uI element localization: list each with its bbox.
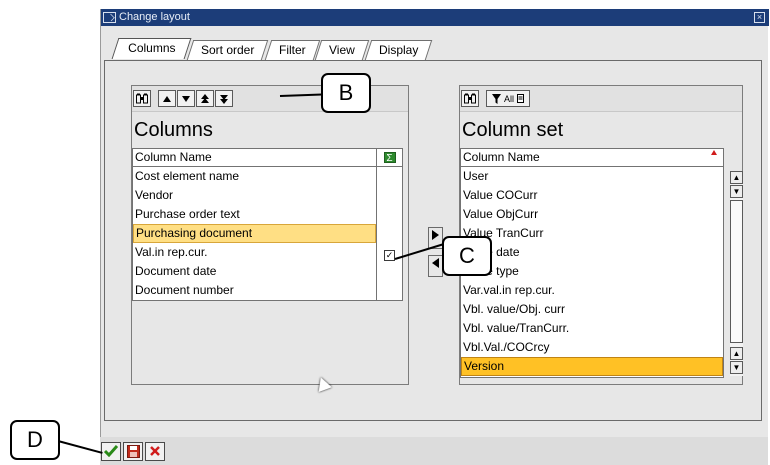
- binoculars-icon: [464, 93, 476, 104]
- arrow-bottom-icon: [220, 94, 228, 104]
- list-item-selected[interactable]: Purchasing document: [133, 224, 376, 243]
- column-set-box: All Column set Column Name User Value CO…: [459, 85, 743, 385]
- list-item-selected[interactable]: Version: [461, 357, 723, 376]
- list-item[interactable]: Purchase order text: [133, 205, 376, 224]
- callout-c: C: [442, 236, 492, 276]
- arrow-top-icon: [201, 93, 209, 103]
- save-layout-button[interactable]: [123, 441, 143, 461]
- layout-icon: [103, 12, 116, 23]
- list-item[interactable]: Value TranCurr: [461, 224, 723, 243]
- binoculars-icon: [136, 93, 148, 104]
- scroll-page-up-button[interactable]: ▲: [730, 347, 743, 360]
- confirm-button[interactable]: [101, 441, 121, 461]
- filter-all-button[interactable]: All: [486, 90, 530, 107]
- filter-all-label: All: [503, 93, 514, 104]
- move-up-button[interactable]: [158, 90, 176, 107]
- list-item[interactable]: Document date: [133, 262, 376, 281]
- list-item[interactable]: Vbl. value/TranCurr.: [461, 319, 723, 338]
- list-item[interactable]: User: [461, 167, 723, 186]
- close-icon[interactable]: ×: [754, 12, 765, 23]
- scroll-page-down-button[interactable]: ▼: [730, 361, 743, 374]
- cancel-icon: [150, 446, 160, 456]
- list-item[interactable]: Value date: [461, 243, 723, 262]
- list-item[interactable]: Cost element name: [133, 167, 376, 186]
- columns-grid: Column Name Cost element name Vendor Pur…: [132, 148, 403, 301]
- totals-column: Σ ✓: [376, 149, 402, 300]
- find-button[interactable]: [461, 90, 479, 107]
- columns-tab-panel: Columns Column Name Cost element name Ve…: [104, 60, 762, 421]
- list-item[interactable]: Value ObjCurr: [461, 205, 723, 224]
- tab-filter[interactable]: Filter: [264, 40, 320, 60]
- list-item[interactable]: Val.in rep.cur.: [133, 243, 376, 262]
- column-set-toolbar: All: [460, 86, 742, 112]
- list-item[interactable]: Value COCurr: [461, 186, 723, 205]
- tab-view[interactable]: View: [315, 40, 370, 60]
- arrow-up-icon: [163, 95, 171, 102]
- column-set-grid: Column Name User Value COCurr Value ObjC…: [460, 148, 724, 378]
- list-item[interactable]: Vbl.Val./COCrcy: [461, 338, 723, 357]
- move-top-button[interactable]: [196, 90, 214, 107]
- filter-icon: [491, 93, 501, 104]
- document-icon: [517, 94, 524, 103]
- dialog-action-bar: [100, 437, 768, 465]
- list-item[interactable]: Document number: [133, 281, 376, 300]
- move-bottom-button[interactable]: [215, 90, 233, 107]
- arrow-down-icon: [182, 95, 190, 102]
- totals-checkbox[interactable]: ✓: [384, 250, 395, 261]
- callout-d-line: [57, 440, 103, 454]
- window-title: Change layout: [119, 11, 190, 23]
- list-item[interactable]: Var.val.in rep.cur.: [461, 281, 723, 300]
- titlebar: Change layout ×: [101, 9, 769, 26]
- change-layout-dialog: Change layout × Columns Sort order Filte…: [100, 9, 769, 465]
- move-down-button[interactable]: [177, 90, 195, 107]
- callout-b: B: [321, 73, 371, 113]
- arrow-right-icon: [432, 230, 439, 240]
- columns-box-title: Columns: [132, 113, 408, 147]
- totals-header[interactable]: Σ: [377, 149, 402, 167]
- remove-column-button[interactable]: [428, 255, 443, 277]
- list-item[interactable]: Value type: [461, 262, 723, 281]
- column-set-box-title: Column set: [460, 113, 742, 147]
- tab-columns[interactable]: Columns: [111, 38, 192, 59]
- checkmark-icon: [104, 445, 118, 457]
- arrow-left-icon: [432, 258, 439, 268]
- cancel-button[interactable]: [145, 441, 165, 461]
- columns-box: Columns Column Name Cost element name Ve…: [131, 85, 409, 385]
- sigma-icon: Σ: [383, 152, 396, 164]
- scroll-up-button[interactable]: ▲: [730, 171, 743, 184]
- find-button[interactable]: [133, 90, 151, 107]
- column-name-header[interactable]: Column Name: [133, 149, 376, 167]
- tab-display[interactable]: Display: [364, 40, 433, 60]
- save-icon: [126, 444, 140, 458]
- tab-sort-order[interactable]: Sort order: [187, 40, 269, 60]
- tab-strip: Columns Sort order Filter View Display: [111, 38, 433, 60]
- column-name-header[interactable]: Column Name: [461, 149, 723, 167]
- sort-indicator-icon: [711, 150, 717, 155]
- callout-d: D: [10, 420, 60, 460]
- scroll-track[interactable]: [730, 200, 743, 343]
- scroll-down-button[interactable]: ▼: [730, 185, 743, 198]
- list-item[interactable]: Vbl. value/Obj. curr: [461, 300, 723, 319]
- column-set-scrollbar[interactable]: ▲ ▼ ▲ ▼: [730, 171, 743, 376]
- list-item[interactable]: Vendor: [133, 186, 376, 205]
